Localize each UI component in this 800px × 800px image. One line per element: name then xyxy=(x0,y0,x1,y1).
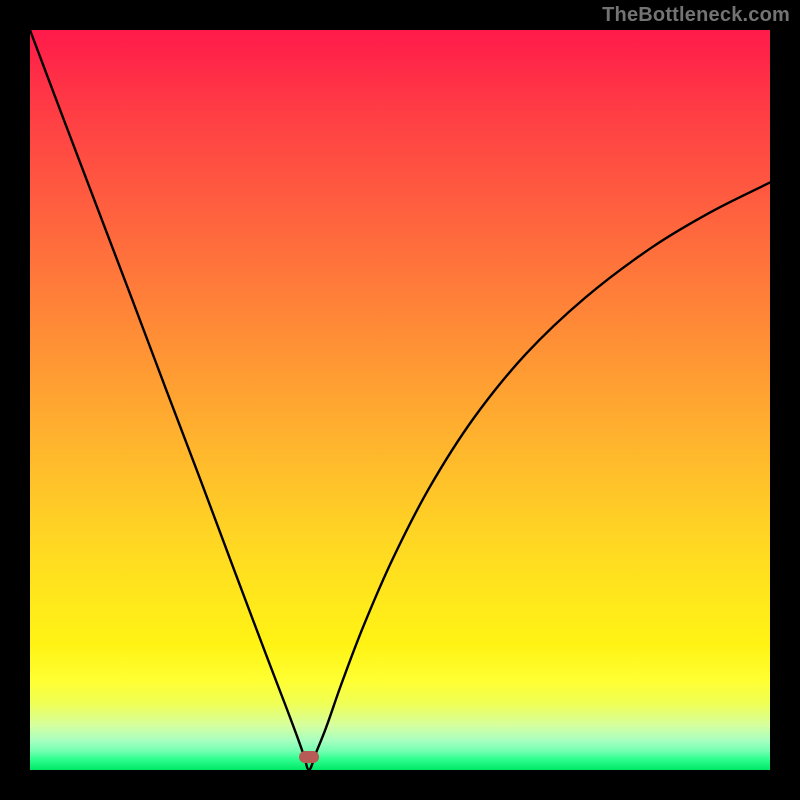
chart-frame: TheBottleneck.com xyxy=(0,0,800,800)
bottleneck-curve xyxy=(30,30,770,770)
minimum-marker xyxy=(299,751,319,763)
watermark-text: TheBottleneck.com xyxy=(602,4,790,27)
plot-area xyxy=(30,30,770,770)
curve-svg xyxy=(30,30,770,770)
